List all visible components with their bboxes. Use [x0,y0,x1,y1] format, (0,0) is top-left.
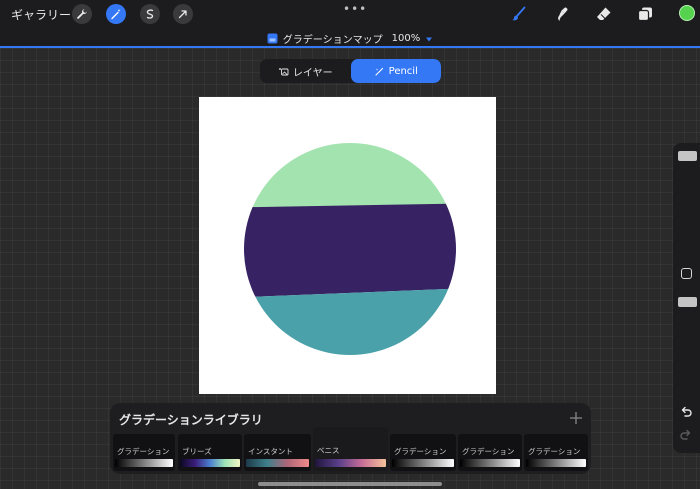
right-sidebar [673,143,700,453]
top-band [244,143,456,217]
adjustment-title-bar: グラデーションマップ 100% [0,28,700,48]
chevron-down-icon[interactable] [425,35,433,43]
gradient-library-panel: グラデーションライブラリ グラデーション ブリーズ インスタント ベニス グラデ… [110,403,591,474]
wrench-icon[interactable] [72,4,92,24]
eraser-icon[interactable] [593,3,615,25]
library-title: グラデーションライブラリ [119,413,263,427]
gradient-bar [392,459,454,467]
undo-icon[interactable] [679,405,693,419]
home-indicator[interactable] [258,482,442,486]
opacity-slider[interactable] [678,297,697,307]
layer-mode-button[interactable]: レイヤー [260,59,351,83]
gradient-label: グラデーション [394,447,447,456]
gradient-bar [180,459,240,467]
gradient-label: インスタント [248,447,293,456]
adjustment-name[interactable]: グラデーションマップ [283,31,383,46]
gradient-label: グラデーション [117,447,170,456]
more-menu-icon[interactable]: ••• [343,2,367,16]
color-picker-button[interactable] [679,5,695,21]
gradient-swatch[interactable]: インスタント [244,434,311,471]
layers-icon[interactable] [634,3,656,25]
layer-mode-label: レイヤー [292,67,333,79]
gradient-swatch[interactable]: グラデーション [458,434,522,471]
gradient-label: グラデーション [528,447,581,456]
gradient-swatch-selected[interactable]: ベニス [313,427,388,471]
gradient-bar [115,459,173,467]
gradient-bar [315,459,386,467]
gradient-map-icon [267,33,278,44]
modify-button[interactable] [681,268,692,279]
gradient-swatch[interactable]: グラデーション [390,434,456,471]
top-toolbar: ギャラリー ••• [0,0,700,28]
layer-pencil-toggle: レイヤー Pencil [260,59,441,83]
gradient-label: ベニス [317,446,340,455]
bottom-band [244,287,456,355]
gradient-bar [526,459,586,467]
brush-size-slider[interactable] [678,151,697,161]
plus-icon[interactable] [569,411,583,425]
gradient-circle-artwork [244,143,456,355]
selection-icon[interactable] [140,4,160,24]
layer-icon [278,67,289,75]
pencil-icon [375,67,383,76]
gallery-button[interactable]: ギャラリー [11,6,71,23]
middle-band [244,203,456,299]
pencil-mode-label: Pencil [388,65,418,77]
redo-icon[interactable] [679,428,693,442]
adjustment-percentage[interactable]: 100% [392,33,421,44]
gradient-swatch[interactable]: グラデーション [524,434,588,471]
gradient-bar [246,459,309,467]
gradient-swatch[interactable]: ブリーズ [178,434,242,471]
drawing-canvas[interactable] [199,97,496,394]
smudge-icon[interactable] [552,3,574,25]
transform-arrow-icon[interactable] [173,4,193,24]
gradient-swatch[interactable]: グラデーション [113,434,175,471]
pencil-mode-button[interactable]: Pencil [350,59,441,83]
magic-wand-icon[interactable] [106,4,126,24]
gradient-label: ブリーズ [182,447,212,456]
gradient-label: グラデーション [462,447,515,456]
gradient-bar [460,459,520,467]
brush-icon[interactable] [508,3,530,25]
